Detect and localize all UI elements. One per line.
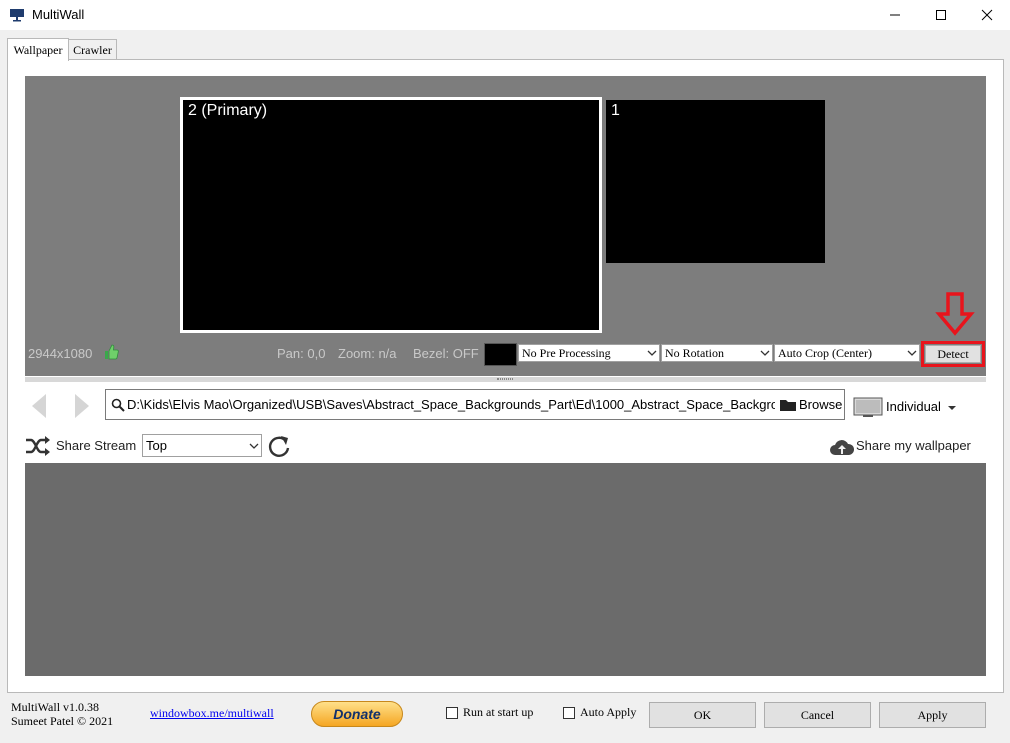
monitor-primary[interactable]: 2 (Primary): [180, 97, 602, 333]
bezel-readout: Bezel: OFF: [413, 346, 479, 361]
tab-wallpaper[interactable]: Wallpaper: [7, 38, 69, 61]
cancel-button[interactable]: Cancel: [764, 702, 871, 728]
apply-label: Apply: [917, 707, 948, 722]
chevron-down-icon: [647, 350, 657, 356]
window-title: MultiWall: [32, 7, 85, 22]
stream-sort-select[interactable]: Top: [142, 434, 262, 457]
cancel-label: Cancel: [800, 707, 835, 722]
detect-label: Detect: [937, 346, 969, 361]
rotation-value: No Rotation: [665, 346, 724, 360]
share-wallpaper-link[interactable]: Share my wallpaper: [856, 438, 971, 453]
minimize-button[interactable]: [872, 0, 918, 30]
resolution-label: 2944x1080: [28, 346, 93, 361]
folder-icon: [780, 398, 796, 414]
tab-wallpaper-label: Wallpaper: [13, 42, 63, 57]
crop-value: Auto Crop (Center): [778, 346, 872, 360]
folder-path-field[interactable]: D:\Kids\Elvis Mao\Organized\USB\Saves\Ab…: [105, 389, 845, 420]
chevron-down-icon: [249, 443, 259, 449]
stream-sort-value: Top: [146, 438, 167, 453]
detect-button[interactable]: Detect: [925, 345, 981, 363]
run-at-startup-checkbox[interactable]: [446, 707, 458, 719]
donate-label: Donate: [333, 706, 381, 722]
monitor-preview: 2 (Primary) 1 2944x1080 Pan: 0,0 Zoom: n…: [25, 76, 986, 376]
caret-down-icon: [947, 406, 956, 410]
crop-select[interactable]: Auto Crop (Center): [774, 344, 920, 362]
thumbs-up-icon[interactable]: [103, 344, 119, 363]
maximize-icon: [936, 10, 946, 20]
chevron-down-icon: [760, 350, 770, 356]
pre-processing-select[interactable]: No Pre Processing: [518, 344, 660, 362]
wallpaper-gallery[interactable]: [25, 463, 986, 676]
forward-arrow-icon[interactable]: [71, 392, 93, 423]
pre-processing-value: No Pre Processing: [522, 346, 611, 360]
ok-button[interactable]: OK: [649, 702, 756, 728]
minimize-icon: [890, 14, 900, 16]
close-icon: [981, 9, 993, 21]
pan-readout: Pan: 0,0: [277, 346, 326, 361]
search-icon: [111, 398, 125, 415]
rotation-select[interactable]: No Rotation: [661, 344, 773, 362]
monitor-icon: [853, 397, 883, 422]
shuffle-icon[interactable]: [25, 436, 51, 459]
bezel-color-swatch[interactable]: [484, 343, 517, 366]
app-monitor-icon: [9, 8, 25, 25]
back-arrow-icon[interactable]: [28, 392, 50, 423]
close-button[interactable]: [964, 0, 1010, 30]
folder-path-value: D:\Kids\Elvis Mao\Organized\USB\Saves\Ab…: [127, 397, 775, 412]
run-at-startup-label: Run at start up: [463, 705, 534, 719]
website-link[interactable]: windowbox.me/multiwall: [150, 706, 274, 721]
mode-value: Individual: [886, 399, 941, 414]
grip-icon: [497, 378, 513, 380]
browse-button[interactable]: Browse: [799, 397, 842, 412]
auto-apply-label: Auto Apply: [580, 705, 637, 719]
donate-button[interactable]: Donate: [311, 701, 403, 727]
refresh-icon[interactable]: [266, 433, 292, 462]
mode-select[interactable]: Individual: [886, 399, 956, 414]
share-stream-label[interactable]: Share Stream: [56, 438, 136, 453]
apply-button[interactable]: Apply: [879, 702, 986, 728]
splitter-handle[interactable]: [25, 377, 986, 382]
chevron-down-icon: [907, 350, 917, 356]
cloud-upload-icon: [829, 437, 855, 460]
zoom-readout: Zoom: n/a: [338, 346, 397, 361]
ok-label: OK: [693, 707, 712, 722]
title-bar: MultiWall: [0, 0, 1010, 30]
monitor-secondary-label: 1: [611, 102, 620, 119]
tab-crawler-label: Crawler: [73, 42, 112, 57]
copyright-label: Sumeet Patel © 2021: [11, 714, 114, 728]
auto-apply-checkbox[interactable]: [563, 707, 575, 719]
version-label: MultiWall v1.0.38: [11, 700, 100, 714]
monitor-primary-label: 2 (Primary): [188, 102, 268, 119]
monitor-secondary[interactable]: 1: [606, 100, 825, 263]
tab-crawler[interactable]: Crawler: [68, 39, 117, 60]
red-arrow-down-icon: [935, 291, 975, 340]
maximize-button[interactable]: [918, 0, 964, 30]
